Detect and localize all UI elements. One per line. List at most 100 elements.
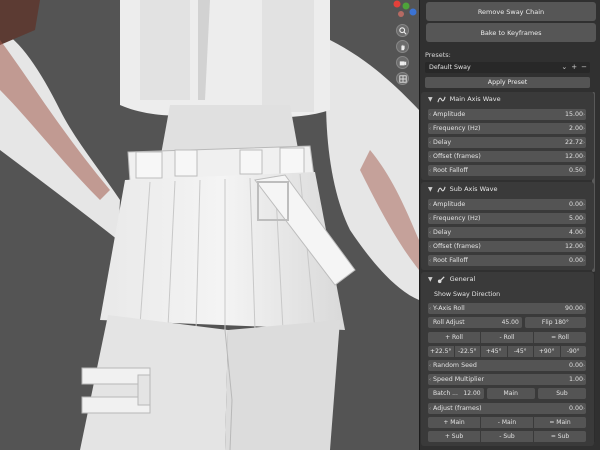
preset-value: Default Sway xyxy=(429,64,471,71)
batch-row: Batch ... 12.00 Main Sub xyxy=(428,388,587,399)
increment-arrow-icon[interactable]: › xyxy=(583,168,585,174)
remove-preset-button[interactable]: − xyxy=(581,62,587,73)
sub-delay-field[interactable]: ‹ Delay 4.00 › xyxy=(428,227,586,238)
adjust-frames-field[interactable]: ‹ Adjust (frames) 0.00 › xyxy=(428,403,586,414)
chevron-down-icon[interactable]: ⌄ xyxy=(561,62,567,73)
flip-180-button[interactable]: Flip 180° xyxy=(524,317,586,328)
field-label: Offset (frames) xyxy=(433,153,481,160)
sub-amplitude-field[interactable]: ‹ Amplitude 0.00 › xyxy=(428,199,586,210)
batch-field[interactable]: Batch ... 12.00 xyxy=(428,388,484,399)
main-root-falloff-field[interactable]: ‹ Root Falloff 0.50 › xyxy=(428,165,586,176)
expand-triangle-icon: ▼ xyxy=(428,95,433,103)
decrement-arrow-icon[interactable]: ‹ xyxy=(429,244,431,250)
decrement-arrow-icon[interactable]: ‹ xyxy=(429,202,431,208)
field-label: Amplitude xyxy=(433,111,466,118)
decrement-arrow-icon[interactable]: ‹ xyxy=(429,306,431,312)
sub-axis-wave-header[interactable]: ▼ Sub Axis Wave xyxy=(421,182,594,196)
plus-45-button[interactable]: +45° xyxy=(481,346,507,357)
field-label: Frequency (Hz) xyxy=(433,125,481,132)
decrement-arrow-icon[interactable]: ‹ xyxy=(429,126,431,132)
decrement-arrow-icon[interactable]: ‹ xyxy=(429,363,431,369)
decrement-arrow-icon[interactable]: ‹ xyxy=(429,140,431,146)
increment-arrow-icon[interactable]: › xyxy=(583,377,585,383)
increment-arrow-icon[interactable]: › xyxy=(583,363,585,369)
increment-arrow-icon[interactable]: › xyxy=(583,244,585,250)
random-seed-field[interactable]: ‹ Random Seed 0.00 › xyxy=(428,360,586,371)
plus-main-button[interactable]: + Main xyxy=(428,417,480,428)
remove-sway-chain-button[interactable]: Remove Sway Chain xyxy=(426,2,596,21)
field-label: Frequency (Hz) xyxy=(433,215,481,222)
apply-preset-button[interactable]: Apply Preset xyxy=(425,77,590,88)
main-frequency-field[interactable]: ‹ Frequency (Hz) 2.00 › xyxy=(428,123,586,134)
main-axis-wave-header[interactable]: ▼ Main Axis Wave xyxy=(421,92,594,106)
grid-icon[interactable] xyxy=(396,72,409,85)
increment-arrow-icon[interactable]: › xyxy=(583,306,585,312)
minus-main-button[interactable]: - Main xyxy=(481,417,533,428)
minus-45-button[interactable]: -45° xyxy=(507,346,533,357)
add-preset-button[interactable]: + xyxy=(571,62,577,73)
main-offset-field[interactable]: ‹ Offset (frames) 12.00 › xyxy=(428,151,586,162)
main-amplitude-field[interactable]: ‹ Amplitude 15.00 › xyxy=(428,109,586,120)
general-title: General xyxy=(449,275,476,283)
plus-22-5-button[interactable]: +22.5° xyxy=(428,346,454,357)
main-axis-wave-title: Main Axis Wave xyxy=(449,95,501,103)
plus-90-button[interactable]: +90° xyxy=(534,346,560,357)
decrement-arrow-icon[interactable]: ‹ xyxy=(429,154,431,160)
decrement-arrow-icon[interactable]: ‹ xyxy=(429,258,431,264)
equal-main-button[interactable]: = Main xyxy=(534,417,586,428)
general-header[interactable]: ▼ General xyxy=(421,272,594,286)
field-value: 12.00 xyxy=(463,390,481,397)
bake-to-keyframes-button[interactable]: Bake to Keyframes xyxy=(426,23,596,42)
y-axis-roll-field[interactable]: ‹ Y-Axis Roll 90.00 › xyxy=(428,303,586,314)
equal-sub-button[interactable]: = Sub xyxy=(534,431,586,442)
camera-icon[interactable] xyxy=(396,56,409,69)
batch-main-button[interactable]: Main xyxy=(486,388,535,399)
field-label: Y-Axis Roll xyxy=(433,305,465,312)
decrement-arrow-icon[interactable]: ‹ xyxy=(429,377,431,383)
hand-icon[interactable] xyxy=(396,40,409,53)
sub-offset-field[interactable]: ‹ Offset (frames) 12.00 › xyxy=(428,241,586,252)
decrement-arrow-icon[interactable]: ‹ xyxy=(429,216,431,222)
main-delay-field[interactable]: ‹ Delay 22.72 › xyxy=(428,137,586,148)
increment-arrow-icon[interactable]: › xyxy=(583,140,585,146)
expand-triangle-icon: ▼ xyxy=(428,275,433,283)
plus-sub-button[interactable]: + Sub xyxy=(428,431,480,442)
roll-adjust-row: Roll Adjust 45.00 Flip 180° xyxy=(428,317,586,328)
speed-multiplier-field[interactable]: ‹ Speed Multiplier 1.00 › xyxy=(428,374,586,385)
roll-adjust-field[interactable]: Roll Adjust 45.00 xyxy=(428,317,522,328)
zoom-icon[interactable] xyxy=(396,24,409,37)
3d-viewport[interactable] xyxy=(0,0,419,450)
decrement-arrow-icon[interactable]: ‹ xyxy=(429,230,431,236)
minus-22-5-button[interactable]: -22.5° xyxy=(454,346,480,357)
increment-arrow-icon[interactable]: › xyxy=(583,112,585,118)
increment-arrow-icon[interactable]: › xyxy=(583,216,585,222)
increment-arrow-icon[interactable]: › xyxy=(583,230,585,236)
increment-arrow-icon[interactable]: › xyxy=(583,126,585,132)
character-model xyxy=(0,0,419,450)
preset-dropdown[interactable]: Default Sway ⌄ + − xyxy=(425,62,590,73)
field-label: Random Seed xyxy=(433,362,477,369)
batch-sub-button[interactable]: Sub xyxy=(537,388,587,399)
decrement-arrow-icon[interactable]: ‹ xyxy=(429,168,431,174)
field-value: 45.00 xyxy=(501,319,519,326)
sub-root-falloff-field[interactable]: ‹ Root Falloff 0.00 › xyxy=(428,255,586,266)
show-sway-direction-toggle[interactable]: Show Sway Direction xyxy=(428,289,586,300)
plus-roll-button[interactable]: + Roll xyxy=(428,332,480,343)
minus-roll-button[interactable]: - Roll xyxy=(481,332,533,343)
equal-roll-button[interactable]: = Roll xyxy=(534,332,586,343)
increment-arrow-icon[interactable]: › xyxy=(583,406,585,412)
increment-arrow-icon[interactable]: › xyxy=(583,258,585,264)
minus-sub-button[interactable]: - Sub xyxy=(481,431,533,442)
increment-arrow-icon[interactable]: › xyxy=(583,154,585,160)
field-label: Offset (frames) xyxy=(433,243,481,250)
sub-axis-wave-title: Sub Axis Wave xyxy=(449,185,498,193)
increment-arrow-icon[interactable]: › xyxy=(583,202,585,208)
sub-buttons-row: + Sub - Sub = Sub xyxy=(428,431,586,442)
field-label: Root Falloff xyxy=(433,257,468,264)
decrement-arrow-icon[interactable]: ‹ xyxy=(429,112,431,118)
sub-frequency-field[interactable]: ‹ Frequency (Hz) 5.00 › xyxy=(428,213,586,224)
wave-icon xyxy=(437,96,446,102)
decrement-arrow-icon[interactable]: ‹ xyxy=(429,406,431,412)
minus-90-button[interactable]: -90° xyxy=(560,346,586,357)
field-label: Delay xyxy=(433,229,452,236)
